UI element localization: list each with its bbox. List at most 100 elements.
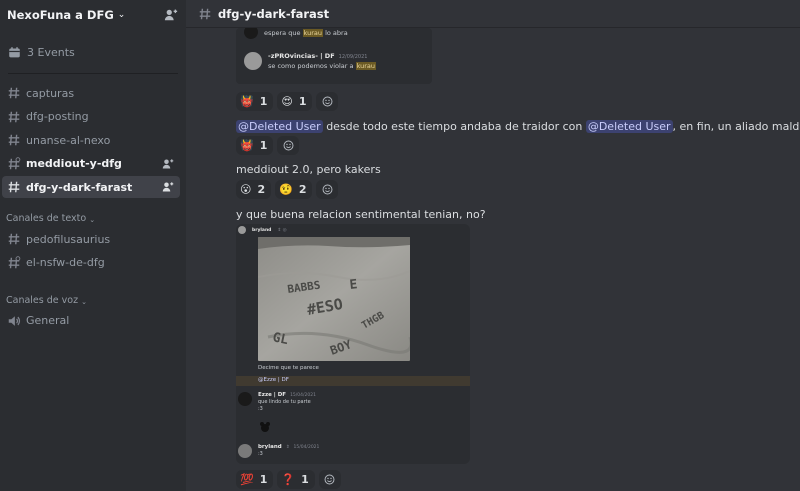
channel-label: capturas [26,86,75,100]
reaction[interactable]: 👹 1 [236,92,274,111]
reaction[interactable]: 😍 1 [277,92,313,111]
user-mention[interactable]: @Deleted User [236,120,323,133]
channel-title: dfg-y-dark-farast [218,6,330,21]
channel-pedofilusaurius[interactable]: pedofilusaurius [2,228,180,250]
channel-label: unanse-al-nexo [26,133,111,147]
category-label: Canales de texto [6,213,87,224]
image-attachment[interactable]: bryland ⇕ ◎ BABBS E #ESO GL THGB BOY Dec… [236,224,470,464]
reaction-bar: 👹 1 [236,136,300,155]
channel-label: pedofilusaurius [26,232,111,246]
reaction-count: 1 [259,139,268,152]
reaction-count: 2 [257,183,266,196]
avatar [244,52,262,70]
reaction[interactable]: ❓ 1 [277,470,315,489]
author-name: bryland ⇕ 15/04/2021 [258,444,320,450]
reaction[interactable]: 🤨 2 [275,180,313,199]
sand-writing-photo: BABBS E #ESO GL THGB BOY [258,237,410,361]
channel-label: el-nsfw-de-dfg [26,256,105,269]
hash-icon [8,134,20,146]
add-reaction-icon [322,96,333,107]
author-name: -zPROvincias- | DF 12/09/2021 [268,52,368,60]
sticker-icon [260,422,270,432]
author-tag: ⇕ ◎ [277,227,287,233]
server-header[interactable]: NexoFuna a DFG ⌄ [0,0,186,30]
chat-area: dfg-y-dark-farast espera que kurau lo ab… [186,0,800,491]
chevron-down-icon: ⌄ [117,10,126,20]
voice-channel-general[interactable]: General [2,310,180,332]
chevron-down-icon: ⌄ [81,297,87,306]
channel-label: dfg-y-dark-farast [26,180,133,194]
embedded-message: espera que kurau lo abra [244,28,348,39]
category-text-channels[interactable]: Canales de texto ⌄ [0,206,186,228]
category-label: Canales de voz [6,294,79,306]
emoji: 👹 [240,95,254,108]
reaction[interactable]: 💯 1 [236,470,274,489]
reaction-count: 2 [298,183,307,196]
category-voice-channels[interactable]: Canales de voz ⌄ [0,288,186,310]
channel-unanse-al-nexo[interactable]: unanse-al-nexo [2,129,180,151]
channel-dfg-posting[interactable]: dfg-posting [2,106,180,128]
events-label: 3 Events [27,45,75,59]
add-reaction-button[interactable] [318,470,341,489]
reaction-bar: 💯 1 ❓ 1 [236,470,341,489]
embedded-text: que lindo de tu parte [258,399,311,405]
attachment-caption: Decime que te parece [258,365,319,371]
channel-meddiout-y-dfg[interactable]: meddiout-y-dfg [2,153,180,175]
reaction-count: 1 [301,473,309,486]
channel-sidebar: NexoFuna a DFG ⌄ 3 Events capturas dfg-p… [0,0,186,491]
add-reaction-button[interactable] [316,180,339,199]
chevron-down-icon: ⌄ [89,216,96,224]
photo-text: E [349,277,358,293]
reply-quote: @Ezze | DF [236,376,470,386]
channel-capturas[interactable]: capturas [2,82,180,104]
embedded-message: bryland ⇕ 15/04/2021 :3 [238,444,319,458]
reaction-count: 1 [259,95,268,108]
channel-dfg-y-dark-farast[interactable]: dfg-y-dark-farast [2,176,180,198]
user-mention[interactable]: @Deleted User [585,120,673,133]
hash-icon [8,233,20,245]
emoji: 😮 [240,183,252,196]
hash-icon [8,181,20,193]
add-reaction-button[interactable] [316,92,339,111]
author-name: bryland [252,227,272,233]
add-reaction-icon [324,474,335,485]
avatar [244,28,258,39]
embedded-text: espera que kurau lo abra [264,29,348,37]
add-reaction-icon [283,140,294,151]
avatar [238,226,246,234]
reaction[interactable]: 😮 2 [236,180,272,199]
avatar [238,444,252,458]
events-link[interactable]: 3 Events [0,37,186,67]
add-reaction-button[interactable] [277,136,300,155]
embedded-text: :3 [258,451,263,457]
hash-icon [8,87,20,99]
add-member-icon[interactable] [164,8,178,22]
hash-icon [199,8,211,19]
thread-hash-icon [8,156,21,169]
emoji: 💯 [240,473,254,486]
invite-icon[interactable] [162,158,174,170]
calendar-icon [9,46,20,57]
emoji: 🤨 [279,183,293,196]
divider [8,73,178,74]
reaction[interactable]: 👹 1 [236,136,274,155]
emoji: 😍 [281,95,293,108]
embedded-image[interactable]: espera que kurau lo abra -zPROvincias- |… [236,28,432,84]
emoji: 👹 [240,139,254,152]
reaction-bar: 😮 2 🤨 2 [236,180,339,199]
embedded-text: se como podemos violar a kurau [268,62,377,70]
channel-header: dfg-y-dark-farast [186,0,800,28]
server-name: NexoFuna a DFG [7,8,114,22]
invite-icon[interactable] [162,181,174,193]
hash-icon [8,111,20,122]
emoji: ❓ [281,473,296,486]
message-feed[interactable]: espera que kurau lo abra -zPROvincias- |… [186,28,800,491]
embedded-message: Ezze | DF 15/04/2021 que lindo de tu part… [238,392,316,412]
channel-el-nsfw-de-dfg[interactable]: el-nsfw-de-dfg [2,252,180,274]
channel-label: meddiout-y-dfg [26,157,122,170]
channel-label: General [26,314,70,327]
attachment-header: bryland ⇕ ◎ [238,226,287,234]
reaction-count: 1 [259,473,268,486]
reaction-bar: 👹 1 😍 1 [236,92,339,111]
embedded-text: :3 [258,406,263,412]
